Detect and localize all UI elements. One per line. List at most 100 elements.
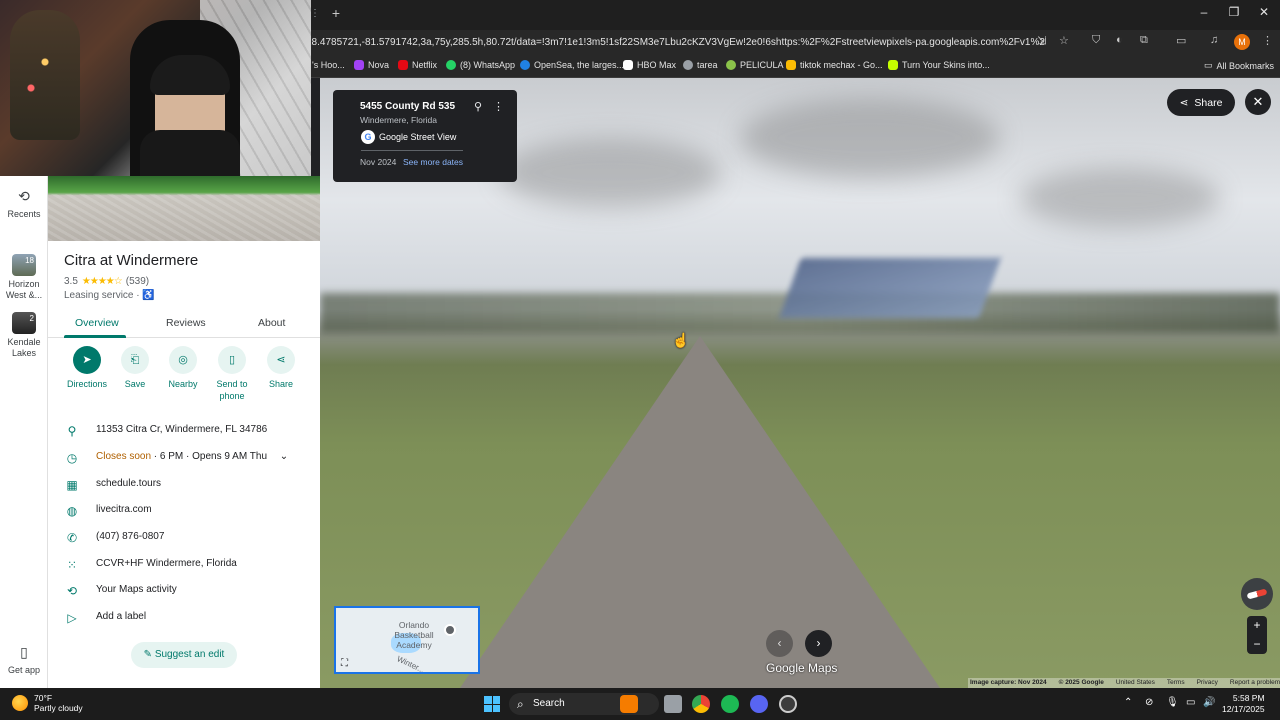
chevron-down-icon[interactable]: ⌄ <box>280 451 288 462</box>
bookmark-label: 's Hoo... <box>312 60 345 70</box>
display-icon[interactable]: ▭ <box>1186 697 1195 708</box>
map-footer: Image capture: Nov 2024 © 2025 Google Un… <box>968 678 1280 688</box>
tab-about[interactable]: About <box>258 317 285 329</box>
zoom-out-button[interactable]: − <box>1247 635 1267 654</box>
recent-place-horizon[interactable]: 18 Horizon West &... <box>0 254 48 301</box>
location-pin-icon: ⚲ <box>67 424 77 438</box>
thumbnail-badge: 2 <box>29 314 34 323</box>
save-button[interactable]: ⎗ Save <box>109 346 161 390</box>
bookmark-item[interactable]: HBO Max <box>623 60 676 70</box>
install-app-icon[interactable]: ⇲ <box>1037 34 1046 47</box>
footer-terms[interactable]: Terms <box>1167 678 1185 688</box>
bookmark-item[interactable]: OpenSea, the larges... <box>520 60 624 70</box>
maps-activity-row[interactable]: ⟲ Your Maps activity <box>48 579 320 603</box>
spotify-icon[interactable] <box>721 695 739 713</box>
microphone-icon[interactable]: 🎙 <box>1166 697 1179 708</box>
extension-shield-icon[interactable]: ⛉ <box>1092 34 1100 47</box>
phone-row[interactable]: ✆ (407) 876-0807 <box>48 526 320 550</box>
discord-icon[interactable] <box>750 695 768 713</box>
expand-icon[interactable]: ⛶ <box>341 658 353 670</box>
tray-chevron-icon[interactable]: ⌃ <box>1124 697 1132 708</box>
hbo-icon <box>623 60 633 70</box>
footer-report[interactable]: Report a problem <box>1230 678 1280 688</box>
website-row[interactable]: ◍ livecitra.com <box>48 499 320 523</box>
bookmark-star-icon[interactable]: ☆ <box>1059 34 1069 47</box>
calendar-icon: ▦ <box>66 478 78 492</box>
zoom-in-button[interactable]: + <box>1247 616 1267 635</box>
send-to-phone-button[interactable]: ▯ Send to phone <box>206 346 258 402</box>
review-count[interactable]: (539) <box>126 276 149 287</box>
action-label: Save <box>124 379 146 389</box>
place-category: Leasing service · ♿ <box>64 290 155 301</box>
chrome-icon[interactable] <box>692 695 710 713</box>
minimap-road-label: Winter... <box>395 654 426 674</box>
sv-close-button[interactable]: ✕ <box>1245 89 1271 115</box>
restore-icon[interactable]: ❐ <box>1224 5 1244 19</box>
tab-reviews[interactable]: Reviews <box>166 317 206 329</box>
bookmark-item[interactable]: 's Hoo... <box>312 60 345 70</box>
footer-privacy[interactable]: Privacy <box>1197 678 1218 688</box>
weather-widget[interactable]: 70°F Partly cloudy <box>12 693 83 713</box>
bookmark-item[interactable]: PELICULA <box>726 60 784 70</box>
next-image-button[interactable]: › <box>805 630 832 657</box>
hours-row[interactable]: ◷ Closes soon · 6 PM · Opens 9 AM Thu ⌄ <box>48 446 320 470</box>
network-off-icon[interactable]: ⊘ <box>1145 697 1153 708</box>
footer-region[interactable]: United States <box>1116 678 1155 688</box>
bookmark-item[interactable]: tarea <box>683 60 718 70</box>
booking-row[interactable]: ▦ schedule.tours <box>48 473 320 497</box>
recents-button[interactable]: ⟲ Recents <box>0 188 48 219</box>
new-tab-button[interactable]: + <box>328 5 344 21</box>
suggest-edit-button[interactable]: ✎ Suggest an edit <box>131 642 237 668</box>
taskbar-clock[interactable]: 5:58 PM 12/17/2025 <box>1222 693 1265 715</box>
cast-icon[interactable]: ▭ <box>1176 34 1186 47</box>
browser-menu-icon[interactable]: ⋮ <box>1262 34 1273 47</box>
add-label-row[interactable]: ▷ Add a label <box>48 606 320 630</box>
sv-share-button[interactable]: ⋖ Share <box>1167 89 1235 116</box>
bookmark-item[interactable]: tiktok mechax - Go... <box>786 60 883 70</box>
media-icon[interactable]: ♫ <box>1210 34 1218 46</box>
see-more-dates-link[interactable]: See more dates <box>403 157 463 167</box>
rating-value: 3.5 <box>64 276 78 287</box>
previous-image-button[interactable]: ‹ <box>766 630 793 657</box>
map-pin-icon[interactable]: ⚲ <box>474 100 482 113</box>
get-app-button[interactable]: ▯ Get app <box>0 644 48 675</box>
app-icon[interactable] <box>779 695 797 713</box>
pencil-icon: ✎ <box>143 649 153 660</box>
all-bookmarks-button[interactable]: ▭ All Bookmarks <box>1204 60 1274 71</box>
window-close-icon[interactable]: ✕ <box>1254 5 1274 19</box>
bookmark-item[interactable]: Nova <box>354 60 389 70</box>
minimap-pin-icon <box>444 624 456 636</box>
bookmark-item[interactable]: Netflix <box>398 60 437 70</box>
rating-row: 3.5 ★★★★☆ (539) <box>64 276 149 287</box>
weather-text: 70°F Partly cloudy <box>34 693 83 713</box>
puzzle-icon[interactable]: ⧉ <box>1140 34 1148 47</box>
profile-avatar[interactable]: M <box>1234 34 1250 50</box>
task-view-icon[interactable] <box>664 695 682 713</box>
share-place-button[interactable]: ⋖ Share <box>255 346 307 390</box>
tab-overflow-icon[interactable]: ⋮ <box>310 8 320 19</box>
bookmark-item[interactable]: Turn Your Skins into... <box>888 60 990 70</box>
plus-code-row[interactable]: ⁙ CCVR+HF Windermere, Florida <box>48 553 320 577</box>
street-view-minimap[interactable]: Orlando Basketball Academy Winter... ⛶ <box>334 606 480 674</box>
tab-overview[interactable]: Overview <box>75 317 119 329</box>
history-icon: ⟲ <box>66 584 78 598</box>
search-highlight-icon <box>620 695 638 713</box>
windows-start-icon[interactable] <box>484 696 500 712</box>
compass-icon[interactable] <box>1241 578 1273 610</box>
address-row[interactable]: ⚲ 11353 Citra Cr, Windermere, FL 34786 <box>48 419 320 443</box>
extension-icon[interactable]: ◐ <box>1116 34 1123 46</box>
action-label: Nearby <box>168 379 198 389</box>
address-bar[interactable]: 28.4785721,-81.5791742,3a,75y,285.5h,80.… <box>306 32 1046 54</box>
bookmark-item[interactable]: (8) WhatsApp <box>446 60 515 70</box>
more-options-icon[interactable]: ⋮ <box>493 100 504 113</box>
volume-icon[interactable]: 🔊 <box>1203 697 1215 708</box>
recent-place-kendale[interactable]: 2 Kendale Lakes <box>0 312 48 359</box>
minimize-icon[interactable]: – <box>1194 5 1214 19</box>
phone-call-icon: ✆ <box>66 531 78 545</box>
action-label: Send to phone <box>216 379 248 401</box>
directions-button[interactable]: ➤ Directions <box>61 346 113 390</box>
place-hero-photo[interactable] <box>48 176 320 241</box>
sv-capture-date: Nov 2024 <box>360 157 397 167</box>
zoom-control: + − <box>1247 616 1267 654</box>
nearby-button[interactable]: ◎ Nearby <box>157 346 209 390</box>
